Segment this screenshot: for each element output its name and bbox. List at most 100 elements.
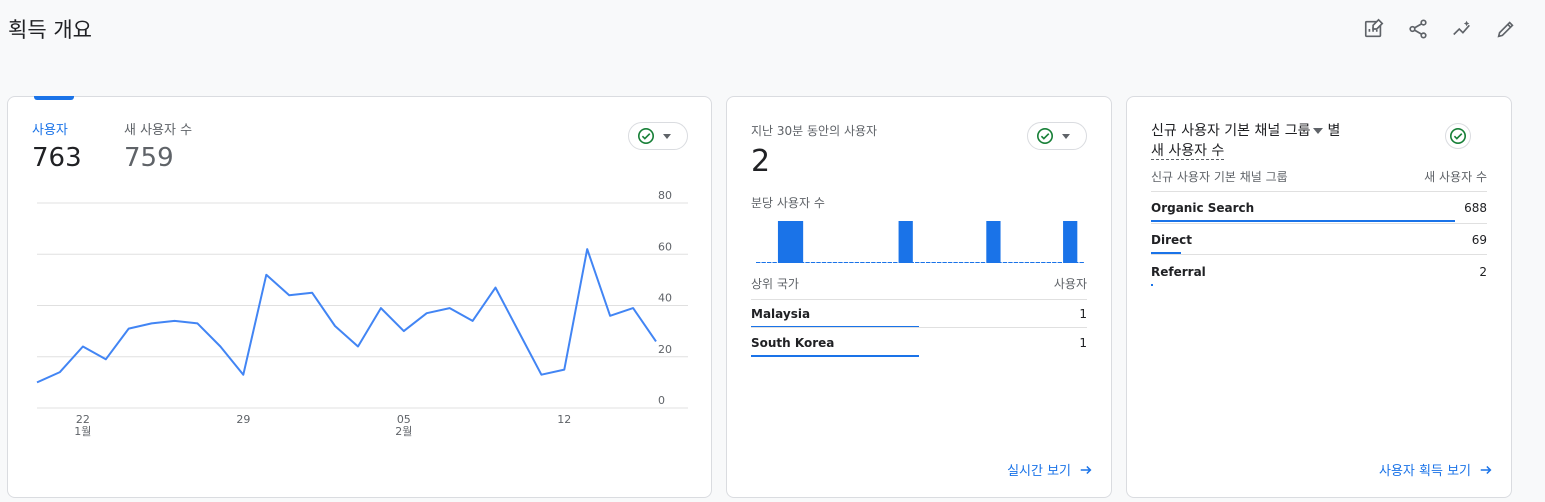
- minute-bar: [904, 262, 909, 263]
- minute-bar: [1063, 221, 1078, 263]
- users-line-chart: 020406080221월29 052월12: [36, 189, 688, 438]
- data-quality-status[interactable]: [1445, 123, 1471, 149]
- minute-bar: [975, 262, 980, 263]
- page-title: 획득 개요: [8, 18, 92, 42]
- minute-bar: [838, 262, 843, 263]
- new-users-column-header: 새 사용자 수: [1424, 170, 1487, 184]
- minute-bar: [953, 262, 958, 263]
- minute-bar: [1057, 262, 1062, 263]
- dimension-selector[interactable]: 신규 사용자 기본 채널 그룹: [1151, 123, 1310, 139]
- minute-bar: [942, 262, 947, 263]
- dropdown-arrow-icon[interactable]: [1313, 128, 1324, 134]
- divider: [751, 299, 1087, 300]
- minute-bar: [810, 262, 816, 263]
- divider: [751, 327, 1087, 328]
- minute-bar: [1030, 262, 1035, 263]
- minute-bar: [816, 262, 821, 263]
- minute-bar: [997, 262, 1002, 263]
- minute-bar: [783, 262, 788, 263]
- table-row[interactable]: Direct 69: [1151, 233, 1487, 255]
- y-tick-label: 40: [658, 292, 672, 305]
- y-tick-label: 20: [658, 343, 672, 356]
- minute-bar: [1013, 262, 1019, 263]
- y-tick-label: 80: [658, 189, 672, 202]
- minute-bar: [887, 262, 892, 263]
- minute-bar: [920, 262, 925, 263]
- minute-bar: [991, 262, 997, 263]
- view-realtime-link[interactable]: 실시간 보기: [1007, 460, 1093, 479]
- minute-bar: [1074, 262, 1079, 263]
- arrow-right-icon: [1480, 465, 1492, 474]
- row-value: 1: [1079, 307, 1087, 321]
- minute-bar: [832, 262, 838, 263]
- view-user-acquisition-link[interactable]: 사용자 획득 보기: [1379, 460, 1493, 479]
- minute-bar: [1008, 262, 1013, 263]
- minute-bar: [805, 262, 810, 263]
- minute-bar: [1068, 262, 1073, 263]
- overview-card: 사용자 763 새 사용자 수 759 0 20 40 60 80 22 1월 29 05 2월 1…: [7, 96, 712, 498]
- minute-bar: [788, 221, 804, 263]
- minute-bar: [1019, 262, 1024, 263]
- minute-bar: [827, 262, 832, 263]
- minute-bar: [931, 262, 936, 263]
- minute-bar: [882, 262, 887, 263]
- table-row[interactable]: Referral 2: [1151, 265, 1487, 287]
- minute-bar: [876, 262, 882, 263]
- minute-bar: [761, 262, 766, 263]
- row-value: 1: [1079, 336, 1087, 350]
- insights-icon[interactable]: [1447, 14, 1477, 44]
- table-row[interactable]: Malaysia 1: [751, 307, 1087, 329]
- minute-bar: [849, 262, 854, 263]
- row-name: Organic Search: [1151, 201, 1255, 215]
- divider: [1151, 191, 1487, 192]
- minute-bar: [898, 221, 913, 263]
- title-by: 별: [1327, 123, 1341, 139]
- row-name: Referral: [1151, 265, 1206, 279]
- row-bar: [751, 355, 919, 357]
- minute-bar: [893, 262, 898, 263]
- minute-bar: [871, 262, 876, 263]
- row-name: Malaysia: [751, 307, 811, 321]
- minute-bar: [969, 262, 975, 263]
- row-value: 69: [1471, 233, 1487, 247]
- minute-bar: [799, 262, 805, 263]
- minute-bar: [1046, 262, 1052, 263]
- minute-bar: [915, 262, 920, 263]
- x-tick-label: 12: [557, 413, 571, 426]
- row-name: Direct: [1151, 233, 1192, 247]
- report-toolbar: [1359, 14, 1521, 44]
- divider: [1151, 254, 1487, 255]
- users-column-header: 사용자: [1053, 277, 1087, 291]
- minute-bar: [1035, 262, 1041, 263]
- link-label: 실시간 보기: [1007, 464, 1071, 479]
- customize-report-icon[interactable]: [1359, 14, 1389, 44]
- minute-bar: [756, 262, 761, 263]
- channel-column-header: 신규 사용자 기본 채널 그룹: [1151, 170, 1288, 184]
- share-icon[interactable]: [1403, 14, 1433, 44]
- channels-card: 신규 사용자 기본 채널 그룹 별 새 사용자 수 신규 사용자 기본 채널 그룹…: [1126, 96, 1512, 498]
- row-value: 688: [1464, 201, 1487, 215]
- minute-bar: [860, 262, 865, 263]
- minute-bar: [854, 262, 860, 263]
- minute-bar: [766, 262, 772, 263]
- metric-selector[interactable]: 새 사용자 수: [1151, 143, 1225, 160]
- card-title: 신규 사용자 기본 채널 그룹 별 새 사용자 수: [1151, 121, 1340, 161]
- minute-bar: [936, 262, 942, 263]
- per-minute-bar-chart: [756, 221, 1084, 263]
- row-bar: [1151, 284, 1153, 286]
- edit-icon[interactable]: [1491, 14, 1521, 44]
- minute-bar: [1041, 262, 1046, 263]
- x-tick-month-label: 2월: [395, 425, 412, 438]
- table-row[interactable]: Organic Search 688: [1151, 201, 1487, 223]
- divider: [1151, 223, 1487, 224]
- x-tick-month-label: 1월: [74, 425, 91, 438]
- link-label: 사용자 획득 보기: [1379, 464, 1471, 479]
- minute-bar: [925, 262, 931, 263]
- minute-bar: [964, 262, 969, 263]
- y-tick-label: 0: [658, 394, 665, 407]
- minute-bar: [986, 221, 1001, 263]
- row-value: 2: [1479, 265, 1487, 279]
- table-row[interactable]: South Korea 1: [751, 336, 1087, 358]
- x-tick-label: 29: [236, 413, 250, 426]
- minute-bar: [1002, 262, 1008, 263]
